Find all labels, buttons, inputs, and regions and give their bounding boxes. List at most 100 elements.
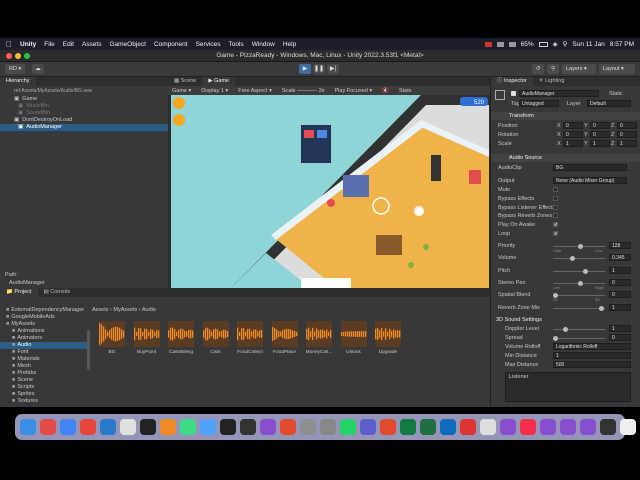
transform-z-field[interactable]: 0 [617,122,637,129]
status-icon[interactable] [508,41,516,47]
preview-icon[interactable] [620,419,636,435]
music-icon[interactable] [520,419,536,435]
spread-slider[interactable] [553,336,605,342]
maximize-window-button[interactable] [24,53,30,59]
hierarchy-item[interactable]: ▣ AudioManager [0,124,168,131]
slider-knob[interactable] [570,256,576,262]
layers-dropdown[interactable]: Layers ▾ [562,64,596,74]
game-viewport[interactable]: 520 [171,95,489,288]
slider-value-field[interactable]: 128 [609,241,631,249]
photos-icon[interactable] [480,419,496,435]
history-icon[interactable]: ↺ [532,64,544,74]
asset-item[interactable]: BG [97,321,127,355]
active-checkbox[interactable] [511,91,516,96]
menu-assets[interactable]: Assets [82,41,102,48]
slider-track[interactable] [553,256,605,262]
slider-track[interactable] [553,281,605,286]
asset-item[interactable]: BuyPoint [132,321,162,355]
asset-item[interactable]: CashBilling [166,321,196,355]
mp3-icon[interactable] [320,419,336,435]
menu-component[interactable]: Component [154,41,188,48]
settings-icon[interactable] [300,419,316,435]
menu-services[interactable]: Services [196,41,221,48]
asset-item[interactable]: Unlock [339,321,369,355]
menu-window[interactable]: Window [252,41,275,48]
transform-x-field[interactable]: 0 [563,122,583,129]
layout-dropdown[interactable]: Layout ▾ [599,64,635,74]
toggle-checkbox[interactable] [553,213,558,219]
slider-knob[interactable] [598,305,604,311]
menu-tools[interactable]: Tools [229,41,244,48]
asset-item[interactable]: Upgrade [373,321,403,355]
min-distance-field[interactable]: 1 [553,352,631,360]
slider-knob[interactable] [578,281,583,286]
transform-z-field[interactable]: 1 [617,140,637,147]
visual-studio-icon[interactable] [260,419,276,435]
tab-console[interactable]: ▤ Console [38,288,77,297]
slider-track[interactable] [553,305,605,311]
status-icon[interactable] [484,41,492,47]
unity-icon[interactable] [240,419,256,435]
audioclip-field[interactable]: BG [553,164,627,171]
mute-icon[interactable]: 🔇 [382,88,389,94]
project-folder[interactable]: ■ GoogleMobileAds [0,314,90,321]
vs5-icon[interactable] [580,419,596,435]
settings-icon[interactable] [173,97,185,109]
project-folder[interactable]: ■ Font [0,349,90,356]
spread-field[interactable]: 0 [609,334,631,342]
terminal-icon[interactable] [140,419,156,435]
asset-item[interactable]: FoodCollect [235,321,265,355]
tab-lighting[interactable]: ☀ Lighting [533,77,571,86]
close-window-button[interactable] [6,53,12,59]
hierarchy-item[interactable]: ▣ Game [0,96,168,103]
project-folder[interactable]: ■ Mesh [0,363,90,370]
outlook-icon[interactable] [440,419,456,435]
publisher-icon[interactable] [400,419,416,435]
chrome-app-icon[interactable] [120,419,136,435]
minimize-window-button[interactable] [15,53,21,59]
tab-inspector[interactable]: ⓘ Inspector [491,77,533,86]
git-icon[interactable] [280,419,296,435]
account-dropdown[interactable]: RD ▾ [5,64,26,74]
slider-track[interactable] [553,243,605,249]
apple-icon[interactable]:  [6,40,12,49]
toggle-checkbox[interactable] [553,204,558,210]
android-icon[interactable] [180,419,196,435]
stats-button[interactable]: Stats [399,88,412,94]
project-folder[interactable]: ■ ExternalDependencyManager [0,307,90,314]
project-folder[interactable]: ■ Animators [0,335,90,342]
transform-x-field[interactable]: 0 [563,131,583,138]
transform-x-field[interactable]: 1 [563,140,583,147]
scale-slider[interactable] [297,89,318,91]
toggle-checkbox[interactable] [553,195,558,201]
breadcrumb-audio[interactable]: Audio [142,307,156,313]
project-folder[interactable]: ■ Scene [0,377,90,384]
slider-value-field[interactable]: 1 [609,266,631,274]
slider-value-field[interactable]: 0 [609,291,631,299]
menu-help[interactable]: Help [283,41,296,48]
transform-y-field[interactable]: 0 [590,122,610,129]
hierarchy-item[interactable]: ▣ DontDestroyOnLoad [0,117,168,124]
transform-header[interactable]: Transform [491,112,640,120]
max-distance-field[interactable]: 500 [553,361,631,369]
tab-game[interactable]: ▶ Game [202,77,236,86]
vs2-icon[interactable] [500,419,516,435]
slider-value-field[interactable]: 0.345 [609,254,631,262]
asset-item[interactable]: MoneyColl... [304,321,334,355]
layer-dropdown[interactable]: Default [587,100,631,107]
search-icon[interactable]: ⚲ [547,64,559,74]
anydesk-icon[interactable] [80,419,96,435]
project-folder[interactable]: ■ Textures [0,398,90,405]
slider-track[interactable] [553,268,605,274]
vscode-icon[interactable] [100,419,116,435]
transform-z-field[interactable]: 0 [617,131,637,138]
slider-knob[interactable] [583,268,588,274]
project-folder[interactable]: ■ MyAssets [0,321,90,328]
slider-knob[interactable] [563,327,568,333]
tree-scrollbar[interactable] [87,330,90,370]
slider-value-field[interactable]: 0 [609,279,631,286]
mail-icon[interactable] [380,419,396,435]
unity2-icon[interactable] [600,419,616,435]
tag-dropdown[interactable]: Untagged [519,100,559,107]
play-button[interactable]: ▶ [299,64,311,74]
